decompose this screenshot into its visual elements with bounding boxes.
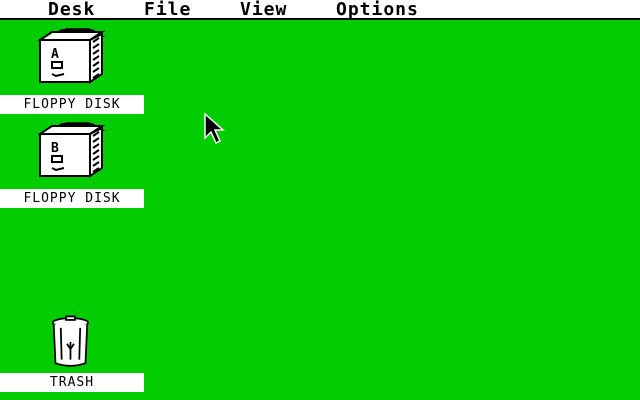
trash-desktop-icon[interactable]: TRASH (0, 312, 144, 392)
desktop: A FLOPPY DISK B FLOPPY DISK TRASH (0, 20, 640, 400)
floppy-disk-b-desktop-icon[interactable]: B FLOPPY DISK (0, 122, 144, 208)
floppy-disk-a-label: FLOPPY DISK (0, 95, 144, 114)
svg-text:B: B (51, 141, 59, 156)
floppy-disk-a-desktop-icon[interactable]: A FLOPPY DISK (0, 28, 144, 114)
menu-bar: Desk File View Options (0, 0, 640, 20)
menu-desk[interactable]: Desk (48, 0, 95, 20)
trash-can-icon (51, 315, 89, 367)
svg-text:A: A (51, 47, 59, 62)
menu-file[interactable]: File (144, 0, 191, 20)
menu-options[interactable]: Options (336, 0, 419, 20)
floppy-drive-icon: A (38, 28, 106, 84)
floppy-disk-b-label: FLOPPY DISK (0, 189, 144, 208)
arrow-cursor-icon (204, 112, 225, 145)
trash-label: TRASH (0, 373, 144, 392)
menu-view[interactable]: View (240, 0, 287, 20)
floppy-drive-icon: B (38, 122, 106, 178)
